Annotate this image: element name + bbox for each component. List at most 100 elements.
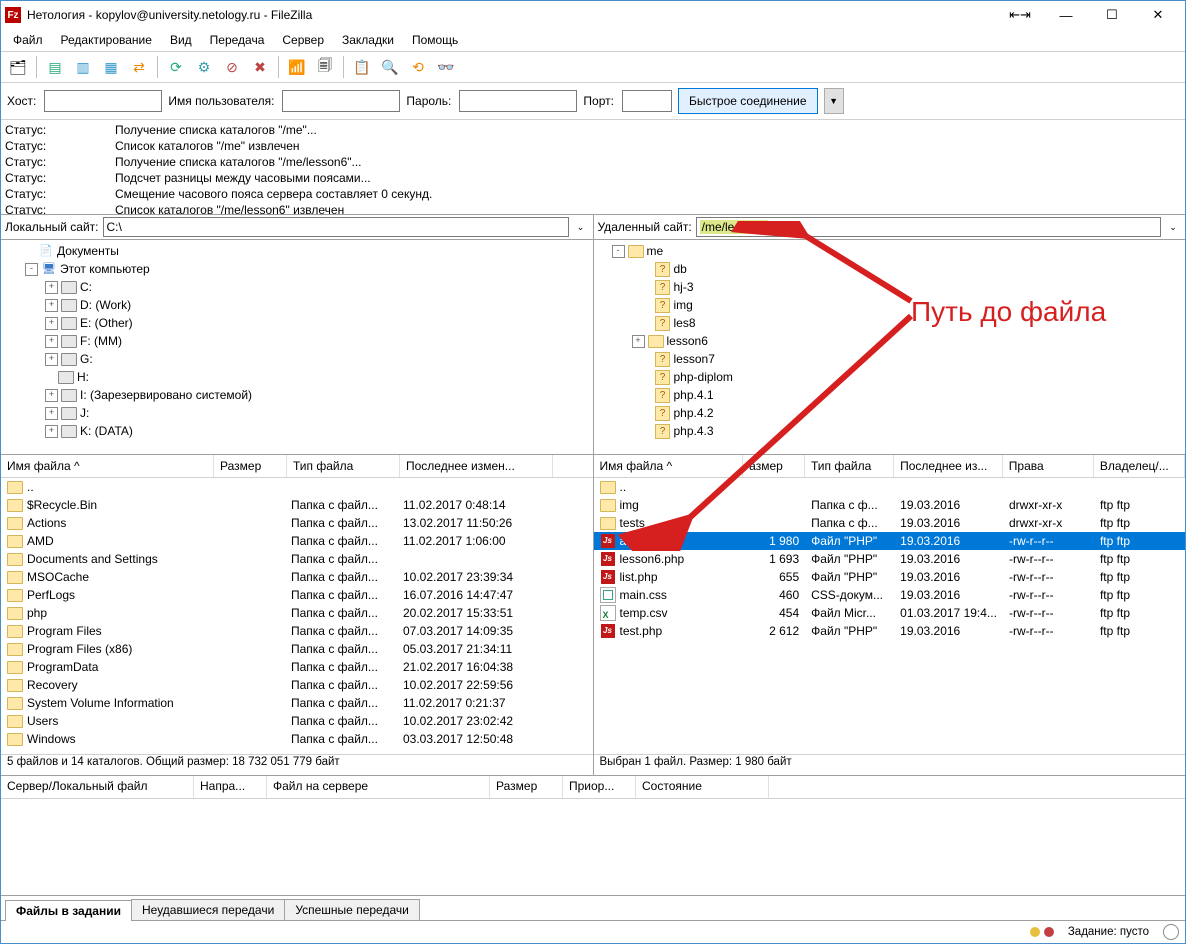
queue-body[interactable]	[1, 799, 1185, 895]
menu-Файл[interactable]: Файл	[5, 31, 51, 49]
tree-node[interactable]: ?php.4.2	[594, 404, 1186, 422]
remote-path-input[interactable]: /me/lesson6	[696, 217, 1161, 237]
user-input[interactable]	[282, 90, 400, 112]
local-file-list[interactable]: ..$Recycle.BinПапка с файл...11.02.2017 …	[1, 478, 593, 754]
list-item[interactable]: System Volume InformationПапка с файл...…	[1, 694, 593, 712]
tree-node[interactable]: H:	[1, 368, 593, 386]
list-item[interactable]: phpПапка с файл...20.02.2017 15:33:51	[1, 604, 593, 622]
reconnect-icon[interactable]: 📶	[284, 54, 310, 80]
col-header[interactable]: Тип файла	[287, 455, 400, 477]
toggle-remote-tree-icon[interactable]: ▦	[98, 54, 124, 80]
col-header[interactable]: Размер	[214, 455, 287, 477]
tree-node[interactable]: +lesson6	[594, 332, 1186, 350]
queue-tab[interactable]: Неудавшиеся передачи	[131, 899, 285, 920]
remote-path-dropdown[interactable]: ⌄	[1165, 222, 1181, 233]
list-item[interactable]: AMDПапка с файл...11.02.2017 1:06:00	[1, 532, 593, 550]
local-path-dropdown[interactable]: ⌄	[573, 222, 589, 233]
tree-node[interactable]: +D: (Work)	[1, 296, 593, 314]
search-icon[interactable]: 🔍	[377, 54, 403, 80]
queue-tab[interactable]: Файлы в задании	[5, 900, 132, 921]
toggle-local-tree-icon[interactable]: ▥	[70, 54, 96, 80]
col-header[interactable]: Имя файла ^	[594, 455, 744, 477]
list-item[interactable]: PerfLogsПапка с файл...16.07.2016 14:47:…	[1, 586, 593, 604]
tree-node[interactable]: -me	[594, 242, 1186, 260]
tree-node[interactable]: ?db	[594, 260, 1186, 278]
toggle-queue-icon[interactable]: ⇄	[126, 54, 152, 80]
tree-node[interactable]: ?php.4.1	[594, 386, 1186, 404]
col-header[interactable]: Приор...	[563, 776, 636, 798]
list-item[interactable]: testsПапка с ф...19.03.2016drwxr-xr-xftp…	[594, 514, 1186, 532]
tree-node[interactable]: +I: (Зарезервировано системой)	[1, 386, 593, 404]
list-item[interactable]: MSOCacheПапка с файл...10.02.2017 23:39:…	[1, 568, 593, 586]
refresh-icon[interactable]: ⟳	[163, 54, 189, 80]
list-item[interactable]: ActionsПапка с файл...13.02.2017 11:50:2…	[1, 514, 593, 532]
remote-tree[interactable]: -me?db?hj-3?img?les8+lesson6?lesson7?php…	[594, 240, 1186, 455]
tree-node[interactable]: ?lesson7	[594, 350, 1186, 368]
disconnect-icon[interactable]: ✖	[247, 54, 273, 80]
tree-node[interactable]: ?php-diplom	[594, 368, 1186, 386]
quick-connect-dropdown[interactable]: ▼	[824, 88, 844, 114]
list-item[interactable]: ProgramDataПапка с файл...21.02.2017 16:…	[1, 658, 593, 676]
tree-node[interactable]: +J:	[1, 404, 593, 422]
col-header[interactable]: Напра...	[194, 776, 267, 798]
quick-connect-button[interactable]: Быстрое соединение	[678, 88, 818, 114]
menu-Передача[interactable]: Передача	[202, 31, 273, 49]
list-item[interactable]: RecoveryПапка с файл...10.02.2017 22:59:…	[1, 676, 593, 694]
col-header[interactable]: Права	[1003, 455, 1094, 477]
close-button[interactable]: ✕	[1135, 1, 1181, 29]
tree-node[interactable]: +F: (MM)	[1, 332, 593, 350]
tree-node[interactable]: ?les8	[594, 314, 1186, 332]
col-header[interactable]: Состояние	[636, 776, 769, 798]
list-item[interactable]: Program FilesПапка с файл...07.03.2017 1…	[1, 622, 593, 640]
col-header[interactable]: Владелец/...	[1094, 455, 1185, 477]
col-header[interactable]: Последнее измен...	[400, 455, 553, 477]
toggle-log-icon[interactable]: ▤	[42, 54, 68, 80]
list-item[interactable]: main.css460CSS-докум...19.03.2016-rw-r--…	[594, 586, 1186, 604]
process-queue-icon[interactable]: ⚙	[191, 54, 217, 80]
cancel-icon[interactable]: ⊘	[219, 54, 245, 80]
compare-icon[interactable]: 📋	[349, 54, 375, 80]
restore-prev-icon[interactable]: ⇤⇥	[997, 1, 1043, 29]
list-item[interactable]: Jstest.php2 612Файл "PHP"19.03.2016-rw-r…	[594, 622, 1186, 640]
col-header[interactable]: азмер	[743, 455, 805, 477]
tree-node[interactable]: +G:	[1, 350, 593, 368]
list-item[interactable]: temp.csv454Файл Micr...01.03.2017 19:4..…	[594, 604, 1186, 622]
maximize-button[interactable]: ☐	[1089, 1, 1135, 29]
pass-input[interactable]	[459, 90, 577, 112]
list-item[interactable]: ..	[594, 478, 1186, 496]
remote-list-header[interactable]: Имя файла ^азмерТип файлаПоследнее из...…	[594, 455, 1186, 478]
tree-node[interactable]: +C:	[1, 278, 593, 296]
tree-node[interactable]: ?hj-3	[594, 278, 1186, 296]
tree-node[interactable]: ?php.4.3	[594, 422, 1186, 440]
col-header[interactable]: Тип файла	[805, 455, 894, 477]
filter-icon[interactable]: 🗐	[312, 54, 338, 80]
col-header[interactable]: Имя файла ^	[1, 455, 214, 477]
list-item[interactable]: Jslesson6.php1 693Файл "PHP"19.03.2016-r…	[594, 550, 1186, 568]
tree-node[interactable]: 📄Документы	[1, 242, 593, 260]
menu-Редактирование[interactable]: Редактирование	[53, 31, 160, 49]
find-icon[interactable]: 👓	[433, 54, 459, 80]
site-manager-icon[interactable]: 🗂	[5, 54, 31, 80]
queue-header[interactable]: Сервер/Локальный файлНапра...Файл на сер…	[1, 776, 1185, 799]
port-input[interactable]	[622, 90, 672, 112]
list-item[interactable]: Jslist.php655Файл "PHP"19.03.2016-rw-r--…	[594, 568, 1186, 586]
col-header[interactable]: Сервер/Локальный файл	[1, 776, 194, 798]
col-header[interactable]: Размер	[490, 776, 563, 798]
list-item[interactable]: WindowsПапка с файл...03.03.2017 12:50:4…	[1, 730, 593, 748]
menu-Вид[interactable]: Вид	[162, 31, 200, 49]
tree-node[interactable]: +K: (DATA)	[1, 422, 593, 440]
list-item[interactable]: Documents and SettingsПапка с файл...	[1, 550, 593, 568]
col-header[interactable]: Последнее из...	[894, 455, 1003, 477]
tree-node[interactable]: +E: (Other)	[1, 314, 593, 332]
menu-Сервер[interactable]: Сервер	[274, 31, 332, 49]
local-path-input[interactable]	[103, 217, 569, 237]
queue-tab[interactable]: Успешные передачи	[284, 899, 420, 920]
list-item[interactable]: Program Files (x86)Папка с файл...05.03.…	[1, 640, 593, 658]
list-item[interactable]: imgПапка с ф...19.03.2016drwxr-xr-xftp f…	[594, 496, 1186, 514]
list-item[interactable]: $Recycle.BinПапка с файл...11.02.2017 0:…	[1, 496, 593, 514]
tree-node[interactable]: ?img	[594, 296, 1186, 314]
menu-Закладки[interactable]: Закладки	[334, 31, 402, 49]
host-input[interactable]	[44, 90, 162, 112]
message-log[interactable]: Статус:Получение списка каталогов "/me".…	[1, 120, 1185, 215]
remote-file-list[interactable]: ..imgПапка с ф...19.03.2016drwxr-xr-xftp…	[594, 478, 1186, 754]
